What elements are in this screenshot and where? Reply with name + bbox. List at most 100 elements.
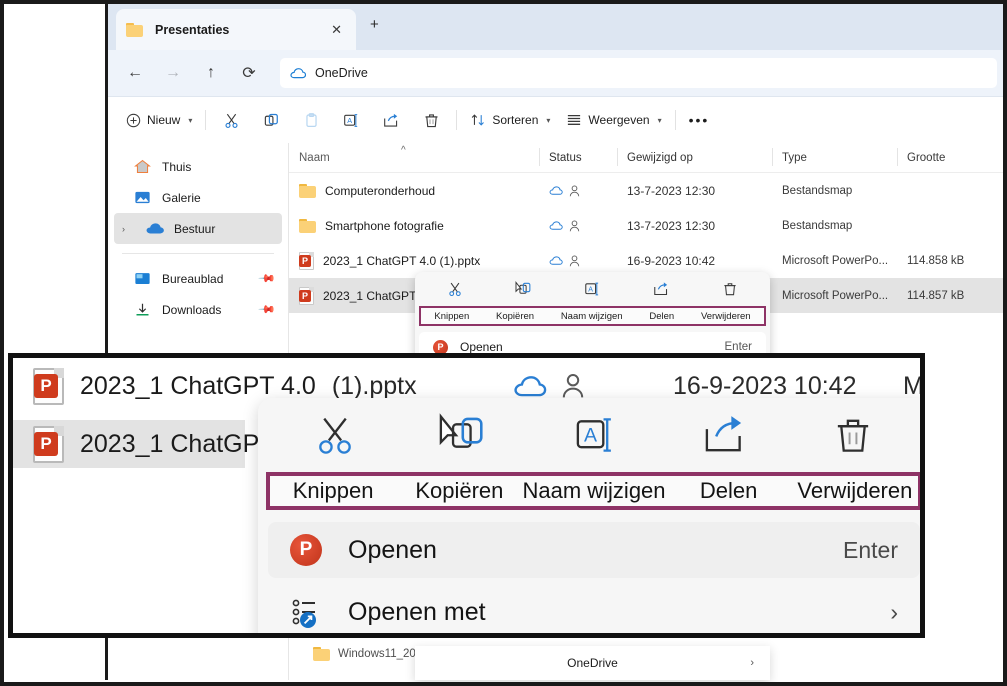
copy-icon[interactable] — [251, 105, 291, 135]
menu-item-onedrive[interactable]: OneDrive › — [415, 646, 770, 680]
divider — [205, 110, 207, 130]
divider — [674, 110, 676, 130]
delete-icon[interactable] — [788, 413, 918, 457]
rename-label[interactable]: Naam wijzigen — [561, 311, 623, 322]
sidebar-item-bestuur[interactable]: › Bestuur — [114, 213, 282, 244]
more-options-button[interactable]: ••• — [681, 105, 718, 135]
onedrive-icon — [146, 222, 165, 235]
file-name: Computeronderhoud — [325, 183, 436, 198]
column-header-status[interactable]: Status — [539, 147, 617, 166]
pin-icon[interactable]: 📌 — [258, 300, 277, 319]
rename-icon[interactable]: A — [529, 413, 659, 457]
rename-icon[interactable]: A — [331, 105, 371, 135]
menu-item-openen[interactable]: P Openen Enter — [268, 522, 920, 578]
sidebar-item-thuis[interactable]: Thuis — [108, 151, 288, 182]
menu-item-label: Openen — [348, 535, 437, 564]
share-icon[interactable] — [659, 413, 789, 457]
file-name-cell: P 2023_1 ChatGPT 4.0 (1).pptx — [289, 251, 539, 270]
copy-icon[interactable] — [400, 413, 530, 457]
copy-icon[interactable] — [502, 281, 546, 297]
view-button-label: Weergeven — [588, 113, 650, 127]
new-button[interactable]: Nieuw ▾ — [118, 105, 200, 135]
chevron-right-icon[interactable]: › — [122, 224, 125, 234]
cut-icon[interactable] — [270, 413, 400, 457]
menu-item-label: Openen — [460, 340, 503, 354]
sidebar-item-label: Bureaublad — [162, 271, 224, 286]
zoomed-file-extension: (1).pptx — [331, 371, 417, 400]
delete-label[interactable]: Verwijderen — [792, 478, 918, 504]
status-cell — [513, 373, 585, 399]
zoomed-file-row-selected[interactable]: P 2023_1 ChatGPT 4.0 — [13, 420, 316, 468]
menu-item-label: Openen met — [348, 597, 486, 626]
chevron-right-icon: › — [750, 657, 754, 669]
copy-label[interactable]: Kopiëren — [396, 478, 522, 504]
new-tab-button[interactable]: + — [370, 17, 379, 32]
folder-icon — [313, 647, 330, 661]
rename-icon[interactable]: A — [570, 281, 614, 297]
view-button[interactable]: Weergeven ▾ — [558, 105, 669, 135]
context-menu-action-row: A — [415, 272, 770, 306]
folder-icon — [299, 183, 316, 198]
ellipsis-icon: ••• — [688, 112, 710, 128]
sidebar-item-label: Bestuur — [174, 221, 216, 236]
gallery-icon — [134, 190, 153, 205]
person-icon — [562, 374, 584, 398]
sidebar-item-label: Thuis — [162, 159, 192, 174]
rename-label[interactable]: Naam wijzigen — [522, 478, 665, 504]
powerpoint-icon: P — [299, 286, 314, 305]
sidebar-item-bureaublad[interactable]: Bureaublad 📌 — [108, 263, 288, 294]
explorer-tab[interactable]: Presentaties ✕ — [116, 9, 356, 50]
window-titlebar: Presentaties ✕ + — [108, 3, 1007, 50]
sidebar-item-label: Downloads — [162, 302, 222, 317]
onedrive-cloud-icon — [290, 67, 306, 79]
menu-item-accelerator: Enter — [724, 341, 753, 353]
sidebar-item-downloads[interactable]: Downloads 📌 — [108, 294, 288, 325]
table-row[interactable]: Computeronderhoud 13-7-2023 12:30 Bestan… — [289, 173, 1007, 208]
copy-label[interactable]: Kopiëren — [496, 311, 534, 322]
sort-button-label: Sorteren — [492, 113, 539, 127]
delete-icon[interactable] — [708, 281, 752, 297]
share-label[interactable]: Delen — [666, 478, 792, 504]
share-icon[interactable] — [639, 281, 683, 297]
paste-icon[interactable] — [291, 105, 331, 135]
context-menu-label-row: Knippen Kopiëren Naam wijzigen Delen Ver… — [266, 472, 920, 510]
close-icon[interactable]: ✕ — [327, 21, 346, 38]
cut-icon[interactable] — [211, 105, 251, 135]
column-header-type[interactable]: Type — [772, 147, 897, 166]
file-name: Smartphone fotografie — [325, 218, 444, 233]
delete-icon[interactable] — [411, 105, 451, 135]
share-label[interactable]: Delen — [649, 311, 674, 322]
chevron-down-icon: ▾ — [546, 115, 551, 125]
file-name-cell: Smartphone fotografie — [289, 218, 539, 233]
context-menu-background: A Knippen Kopiëren Naam wijzigen Delen V… — [415, 272, 770, 366]
pin-icon[interactable]: 📌 — [258, 269, 277, 288]
cloud-icon — [549, 256, 563, 265]
column-header-naam[interactable]: Naam ^ — [289, 145, 539, 164]
menu-item-openen-met[interactable]: Openen met › — [268, 584, 920, 633]
back-button[interactable]: ← — [118, 58, 152, 88]
cut-label[interactable]: Knippen — [434, 311, 469, 322]
forward-button[interactable]: → — [156, 58, 190, 88]
refresh-icon[interactable]: ⟳ — [232, 58, 266, 88]
download-icon — [134, 302, 153, 317]
sidebar-item-label: Galerie — [162, 190, 201, 205]
delete-label[interactable]: Verwijderen — [701, 311, 751, 322]
address-bar[interactable]: OneDrive — [280, 58, 997, 88]
share-icon[interactable] — [371, 105, 411, 135]
cloud-icon — [549, 221, 563, 230]
column-header-gewijzigd-op[interactable]: Gewijzigd op — [617, 147, 772, 166]
column-header-grootte[interactable]: Grootte — [897, 147, 1007, 166]
cut-icon[interactable] — [433, 281, 477, 297]
folder-icon — [299, 218, 316, 233]
table-row[interactable]: Smartphone fotografie 13-7-2023 12:30 Be… — [289, 208, 1007, 243]
sort-button[interactable]: Sorteren ▾ — [462, 105, 558, 135]
cut-label[interactable]: Knippen — [270, 478, 396, 504]
sidebar-item-galerie[interactable]: Galerie — [108, 182, 288, 213]
context-menu-magnified: A Knippen Kopiëren Naam wijzigen Delen V… — [258, 398, 920, 633]
type-cell: Microsoft PowerPo... — [782, 289, 889, 302]
menu-item-accelerator: Enter — [843, 536, 898, 563]
chevron-down-icon: ▾ — [657, 115, 662, 125]
sort-icon — [472, 114, 485, 126]
up-button[interactable]: ↑ — [194, 58, 228, 88]
powerpoint-icon: P — [33, 425, 64, 463]
